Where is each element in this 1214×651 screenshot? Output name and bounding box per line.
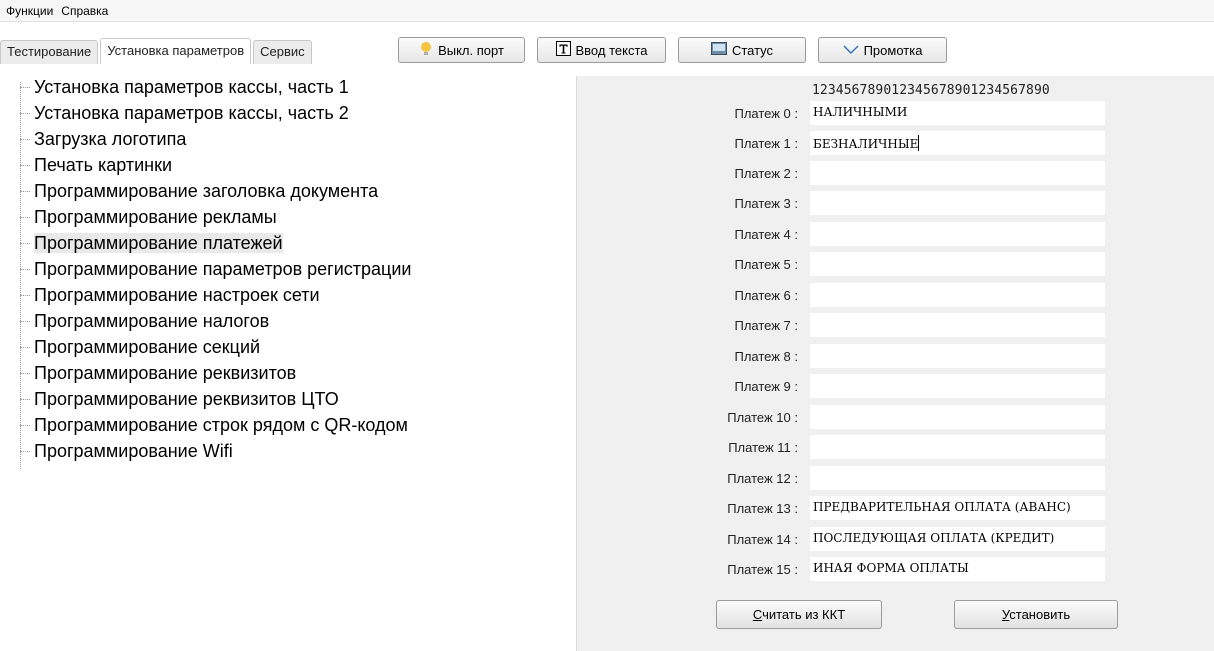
tree-item-kassa-1[interactable]: Установка параметров кассы, часть 1 [0,74,575,100]
tree-item-kassa-2[interactable]: Установка параметров кассы, часть 2 [0,100,575,126]
payment-label: Платеж 12 : [727,471,798,486]
payment-field[interactable] [809,282,1106,308]
payment-row: Платеж 3 : [577,190,1214,216]
payment-label: Платеж 9 : [734,379,798,394]
payment-field[interactable] [809,373,1106,399]
monitor-icon [710,42,727,58]
text-t-icon [555,41,571,59]
payment-row: Платеж 12 : [577,465,1214,491]
payment-field[interactable]: ИНАЯ ФОРМА ОПЛАТЫ [809,556,1106,582]
payment-label: Платеж 1 : [734,136,798,151]
payment-field[interactable] [809,251,1106,277]
payment-label: Платеж 13 : [727,501,798,516]
set-button[interactable]: Установить [954,600,1118,629]
tree-item-sections[interactable]: Программирование секций [0,334,575,360]
scroll-label: Промотка [863,42,923,58]
payment-row: Платеж 10 : [577,404,1214,430]
text-input-button[interactable]: Ввод текста [537,37,666,63]
tree-item-qr-lines[interactable]: Программирование строк рядом с QR-кодом [0,412,575,438]
payment-field[interactable] [809,404,1106,430]
tree-item-payments[interactable]: Программирование платежей [0,230,575,256]
payment-label: Платеж 8 : [734,349,798,364]
payment-label: Платеж 7 : [734,318,798,333]
menu-functions[interactable]: Функции [2,4,57,18]
payment-row: Платеж 4 : [577,221,1214,247]
payment-label: Платеж 10 : [727,410,798,425]
tab-settings[interactable]: Установка параметров [100,38,252,64]
payment-label: Платеж 2 : [734,166,798,181]
payment-label: Платеж 5 : [734,257,798,272]
payment-row: Платеж 11 : [577,434,1214,460]
payment-row: Платеж 7 : [577,312,1214,338]
payment-row: Платеж 13 : ПРЕДВАРИТЕЛЬНАЯ ОПЛАТА (АВАН… [577,495,1214,521]
tree-item-ads[interactable]: Программирование рекламы [0,204,575,230]
scroll-button[interactable]: Промотка [818,37,947,63]
payment-row: Платеж 8 : [577,343,1214,369]
payment-row: Платеж 6 : [577,282,1214,308]
set-label: Установить [1001,607,1071,622]
payment-field[interactable]: НАЛИЧНЫМИ [809,100,1106,126]
tab-testing[interactable]: Тестирование [0,40,99,64]
tree-item-requisites-cto[interactable]: Программирование реквизитов ЦТО [0,386,575,412]
tree-item-doc-header[interactable]: Программирование заголовка документа [0,178,575,204]
settings-tree: Установка параметров кассы, часть 1 Уста… [0,74,575,469]
status-button[interactable]: Статус [678,37,806,63]
payment-field-value: БЕЗНАЛИЧНЫЕ [813,137,919,151]
payment-field[interactable] [809,434,1106,460]
payment-row: Платеж 15 : ИНАЯ ФОРМА ОПЛАТЫ [577,556,1214,582]
menu-help[interactable]: Справка [57,4,112,18]
tree-item-logo[interactable]: Загрузка логотипа [0,126,575,152]
port-off-label: Выкл. порт [438,42,504,58]
payment-label: Платеж 4 : [734,227,798,242]
menu-bar: Функции Справка [0,0,1214,22]
text-cursor [918,135,920,151]
payment-label: Платеж 6 : [734,288,798,303]
payment-row: Платеж 5 : [577,251,1214,277]
payment-field[interactable] [809,221,1106,247]
payment-field[interactable] [809,343,1106,369]
tab-service[interactable]: Сервис [253,40,312,64]
tree-item-requisites[interactable]: Программирование реквизитов [0,360,575,386]
payment-row: Платеж 14 : ПОСЛЕДУЮЩАЯ ОПЛАТА (КРЕДИТ) [577,526,1214,552]
payment-row: Платеж 0 : НАЛИЧНЫМИ [577,100,1214,126]
payment-label: Платеж 11 : [728,440,798,455]
tree-item-network[interactable]: Программирование настроек сети [0,282,575,308]
payment-row: Платеж 2 : [577,160,1214,186]
payment-row: Платеж 1 : БЕЗНАЛИЧНЫЕ [577,130,1214,156]
read-from-kkt-button[interactable]: Считать из ККТ [716,600,882,629]
column-ruler: 123456789012345678901234567890 [812,83,1050,98]
status-label: Статус [731,42,774,58]
port-off-button[interactable]: Выкл. порт [398,37,525,63]
payment-field[interactable] [809,190,1106,216]
tree-item-registration[interactable]: Программирование параметров регистрации [0,256,575,282]
text-input-label: Ввод текста [575,42,648,58]
payment-field[interactable]: ПОСЛЕДУЮЩАЯ ОПЛАТА (КРЕДИТ) [809,526,1106,552]
payment-field[interactable]: БЕЗНАЛИЧНЫЕ [809,130,1106,156]
lightbulb-icon [419,41,433,60]
tree-item-wifi[interactable]: Программирование Wifi [0,438,575,464]
payment-label: Платеж 0 : [734,106,798,121]
chevron-down-icon [843,43,859,58]
payment-label: Платеж 3 : [734,196,798,211]
payment-field[interactable] [809,160,1106,186]
tab-bar: Тестирование Установка параметров Сервис [0,38,314,64]
payments-panel: 123456789012345678901234567890 Платеж 0 … [576,76,1214,651]
payment-row: Платеж 9 : [577,373,1214,399]
payment-label: Платеж 14 : [727,532,798,547]
payment-label: Платеж 15 : [727,562,798,577]
payment-field[interactable]: ПРЕДВАРИТЕЛЬНАЯ ОПЛАТА (АВАНС) [809,495,1106,521]
tree-item-print-picture[interactable]: Печать картинки [0,152,575,178]
payment-field[interactable] [809,465,1106,491]
read-from-kkt-label: Считать из ККТ [752,607,846,622]
tree-item-taxes[interactable]: Программирование налогов [0,308,575,334]
payment-field[interactable] [809,312,1106,338]
